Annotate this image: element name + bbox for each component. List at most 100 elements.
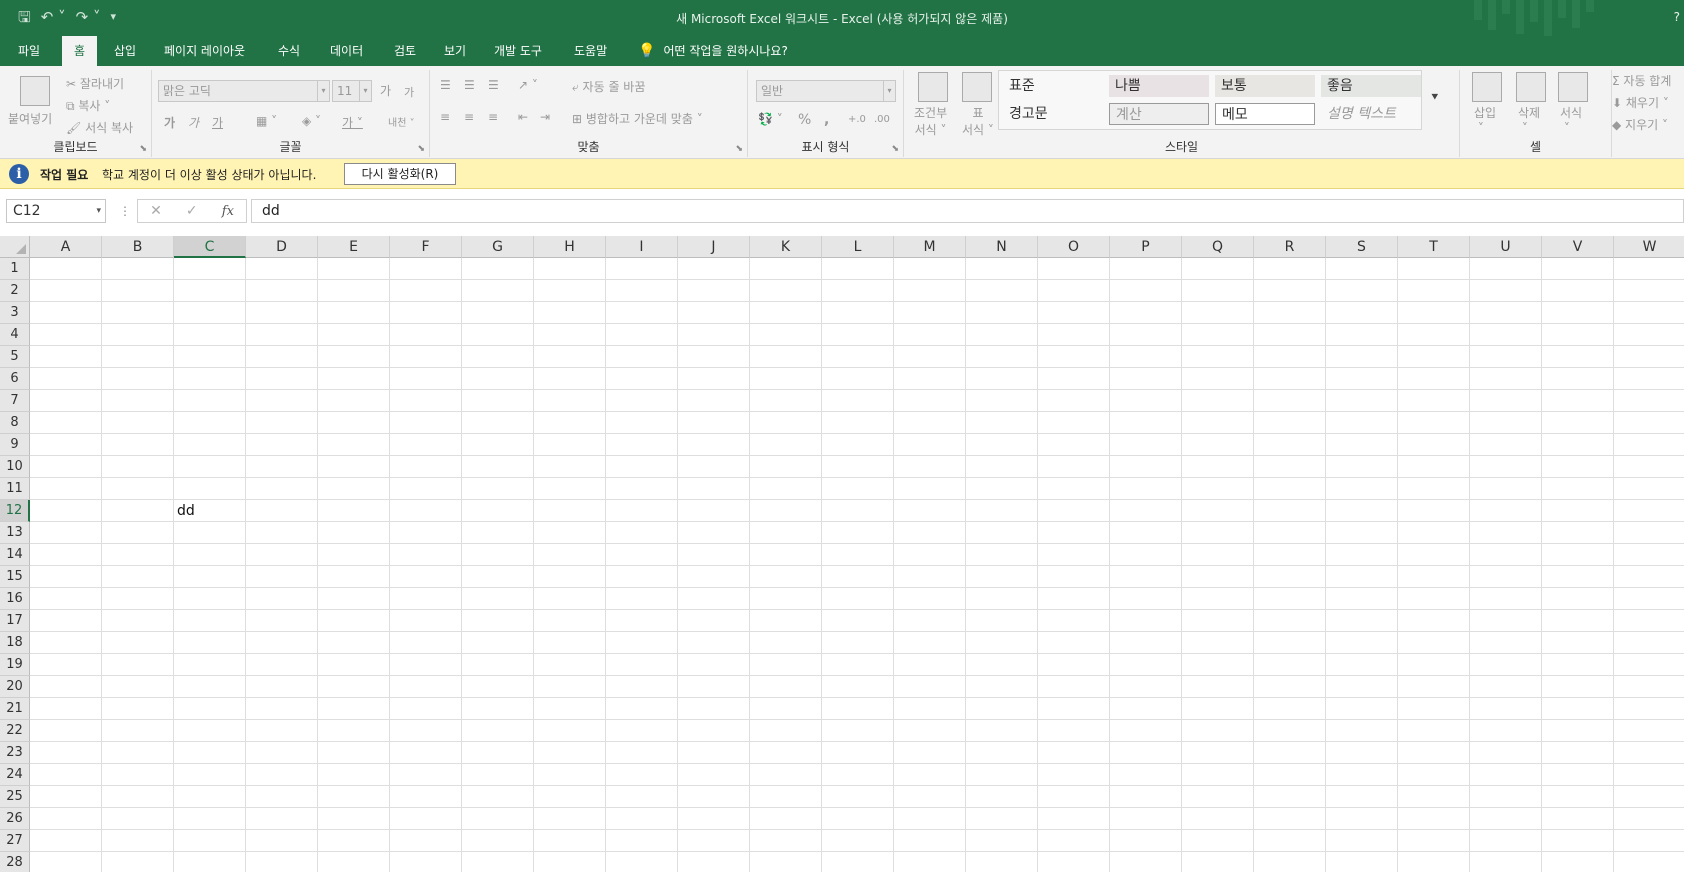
tab-file[interactable]: 파일 [6,36,52,66]
tab-home[interactable]: 홈 [62,36,98,66]
row-header[interactable]: 21 [0,698,30,720]
column-header[interactable]: O [1038,236,1110,258]
column-header[interactable]: K [750,236,822,258]
cut-button[interactable]: ✂ 잘라내기 [66,75,124,92]
underline-button[interactable]: 가 [212,114,223,131]
border-icon[interactable]: ▦ ˅ [256,114,277,128]
insert-cells-button[interactable]: 삽입 ˅ [1474,104,1496,135]
shrink-font-button[interactable]: 가 [404,84,414,100]
select-all-button[interactable] [0,236,30,258]
number-launcher-icon[interactable]: ⬊ [891,144,899,154]
align-center-icon[interactable]: ≡ [464,110,474,124]
row-header[interactable]: 5 [0,346,30,368]
reactivate-button[interactable]: 다시 활성화(R) [344,163,456,185]
conditional-format-button[interactable]: 조건부 서식 ˅ [914,104,947,138]
cancel-icon[interactable]: ✕ [150,203,162,219]
tell-me-box[interactable]: 💡 어떤 작업을 원하시나요? [638,36,788,66]
autosum-button[interactable]: Σ 자동 합계 [1612,72,1671,89]
name-box[interactable]: C12 ▾ [6,199,106,223]
row-header[interactable]: 25 [0,786,30,808]
row-header[interactable]: 26 [0,808,30,830]
row-header[interactable]: 23 [0,742,30,764]
italic-button[interactable]: 가 [188,114,199,131]
tab-insert[interactable]: 삽입 [102,36,148,66]
column-header[interactable]: L [822,236,894,258]
align-right-icon[interactable]: ≡ [488,110,498,124]
column-header[interactable]: U [1470,236,1542,258]
column-header[interactable]: D [246,236,318,258]
column-header[interactable]: Q [1182,236,1254,258]
top-align-icon[interactable]: ☰ [440,78,451,92]
alignment-launcher-icon[interactable]: ⬊ [735,144,743,154]
row-header[interactable]: 14 [0,544,30,566]
row-header[interactable]: 22 [0,720,30,742]
font-color-button[interactable]: 가 ˅ [342,114,363,131]
increase-decimal-button[interactable]: +.0 [848,114,866,125]
column-header[interactable]: S [1326,236,1398,258]
tab-review[interactable]: 검토 [382,36,428,66]
row-header[interactable]: 4 [0,324,30,346]
row-header[interactable]: 15 [0,566,30,588]
merge-center-button[interactable]: ⊞ 병합하고 가운데 맞춤 ˅ [572,110,703,127]
row-header[interactable]: 1 [0,258,30,280]
column-header[interactable]: W [1614,236,1684,258]
phonetic-button[interactable]: 내천 ˅ [388,114,415,129]
tab-data[interactable]: 데이터 [318,36,375,66]
column-header[interactable]: T [1398,236,1470,258]
enter-icon[interactable]: ✓ [186,203,198,219]
formula-input[interactable]: dd [251,199,1684,223]
wrap-text-button[interactable]: ⤶ 자동 줄 바꿈 [572,78,645,95]
row-header[interactable]: 18 [0,632,30,654]
row-header[interactable]: 9 [0,434,30,456]
style-good[interactable]: 좋음 [1321,75,1421,97]
column-header[interactable]: B [102,236,174,258]
font-name-combo[interactable]: 맑은 고딕 ▾ [158,80,330,102]
style-gallery-more-icon[interactable]: ⯆ [1430,90,1440,105]
row-header[interactable]: 24 [0,764,30,786]
style-note[interactable]: 메모 [1215,103,1315,125]
style-bad[interactable]: 나쁨 [1109,75,1209,97]
decrease-indent-icon[interactable]: ⇤ [518,110,528,124]
row-header[interactable]: 16 [0,588,30,610]
decrease-decimal-button[interactable]: .00 [874,114,890,125]
column-header[interactable]: G [462,236,534,258]
format-painter-button[interactable]: 🖌 서식 복사 [66,119,133,136]
column-header[interactable]: C [174,236,246,258]
row-header[interactable]: 3 [0,302,30,324]
cell-area[interactable]: dd [30,258,1684,872]
style-neutral[interactable]: 보통 [1215,75,1315,97]
formula-bar-splitter-icon[interactable]: ⋮ [119,204,131,218]
row-header[interactable]: 10 [0,456,30,478]
column-header[interactable]: A [30,236,102,258]
column-header[interactable]: P [1110,236,1182,258]
fill-button[interactable]: ⬇ 채우기 ˅ [1612,94,1669,111]
accounting-format-icon[interactable]: 💱 ˅ [758,112,783,126]
row-header[interactable]: 19 [0,654,30,676]
row-header[interactable]: 20 [0,676,30,698]
clipboard-launcher-icon[interactable]: ⬊ [139,144,147,154]
tab-formulas[interactable]: 수식 [266,36,312,66]
cell[interactable]: dd [174,500,246,522]
font-launcher-icon[interactable]: ⬊ [417,144,425,154]
style-warning[interactable]: 경고문 [1003,103,1103,125]
row-header[interactable]: 13 [0,522,30,544]
copy-button[interactable]: ⧉ 복사 ˅ [66,97,110,114]
column-header[interactable]: R [1254,236,1326,258]
row-header[interactable]: 28 [0,852,30,872]
row-header[interactable]: 2 [0,280,30,302]
column-header[interactable]: I [606,236,678,258]
delete-cells-button[interactable]: 삭제 ˅ [1518,104,1540,135]
row-header[interactable]: 17 [0,610,30,632]
help-icon[interactable]: ? [1674,10,1680,24]
row-header[interactable]: 8 [0,412,30,434]
font-size-combo[interactable]: 11 ▾ [332,80,372,102]
bottom-align-icon[interactable]: ☰ [488,78,499,92]
column-header[interactable]: M [894,236,966,258]
row-header[interactable]: 27 [0,830,30,852]
column-header[interactable]: V [1542,236,1614,258]
paste-button[interactable]: 붙여넣기 [8,110,52,127]
column-header[interactable]: N [966,236,1038,258]
column-header[interactable]: H [534,236,606,258]
column-header[interactable]: F [390,236,462,258]
style-explanatory[interactable]: 설명 텍스트 [1321,103,1421,125]
